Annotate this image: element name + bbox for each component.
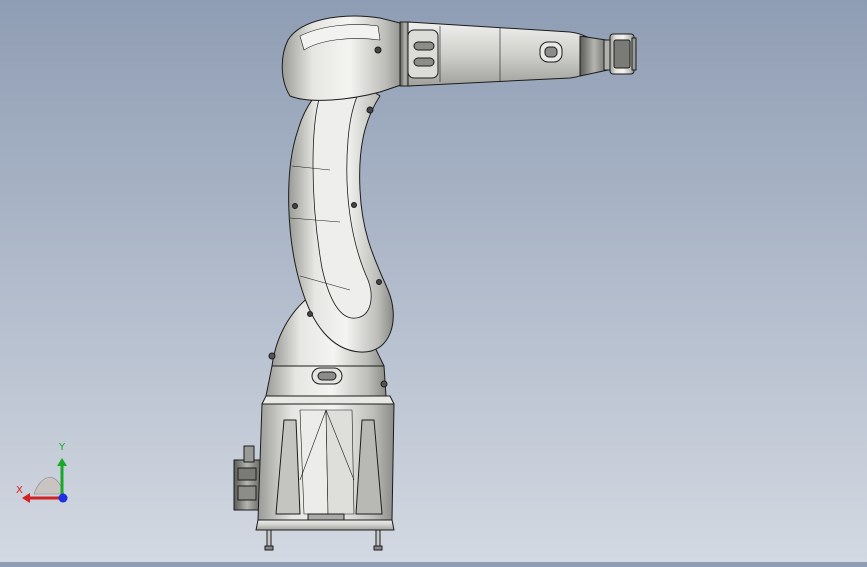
y-axis-label: Y xyxy=(59,442,66,453)
y-axis-arrow-icon xyxy=(57,458,67,466)
base-plate xyxy=(255,519,395,531)
x-axis-arrow-icon xyxy=(22,493,30,503)
connector-box xyxy=(233,445,261,511)
x-axis-label: X xyxy=(16,485,23,496)
robot-arm-model[interactable] xyxy=(0,0,867,562)
graphics-viewport[interactable]: X Y xyxy=(0,0,867,562)
z-axis-cone-icon xyxy=(33,477,65,495)
z-axis-dot-icon xyxy=(58,493,68,503)
orientation-triad[interactable]: X Y xyxy=(10,438,74,510)
